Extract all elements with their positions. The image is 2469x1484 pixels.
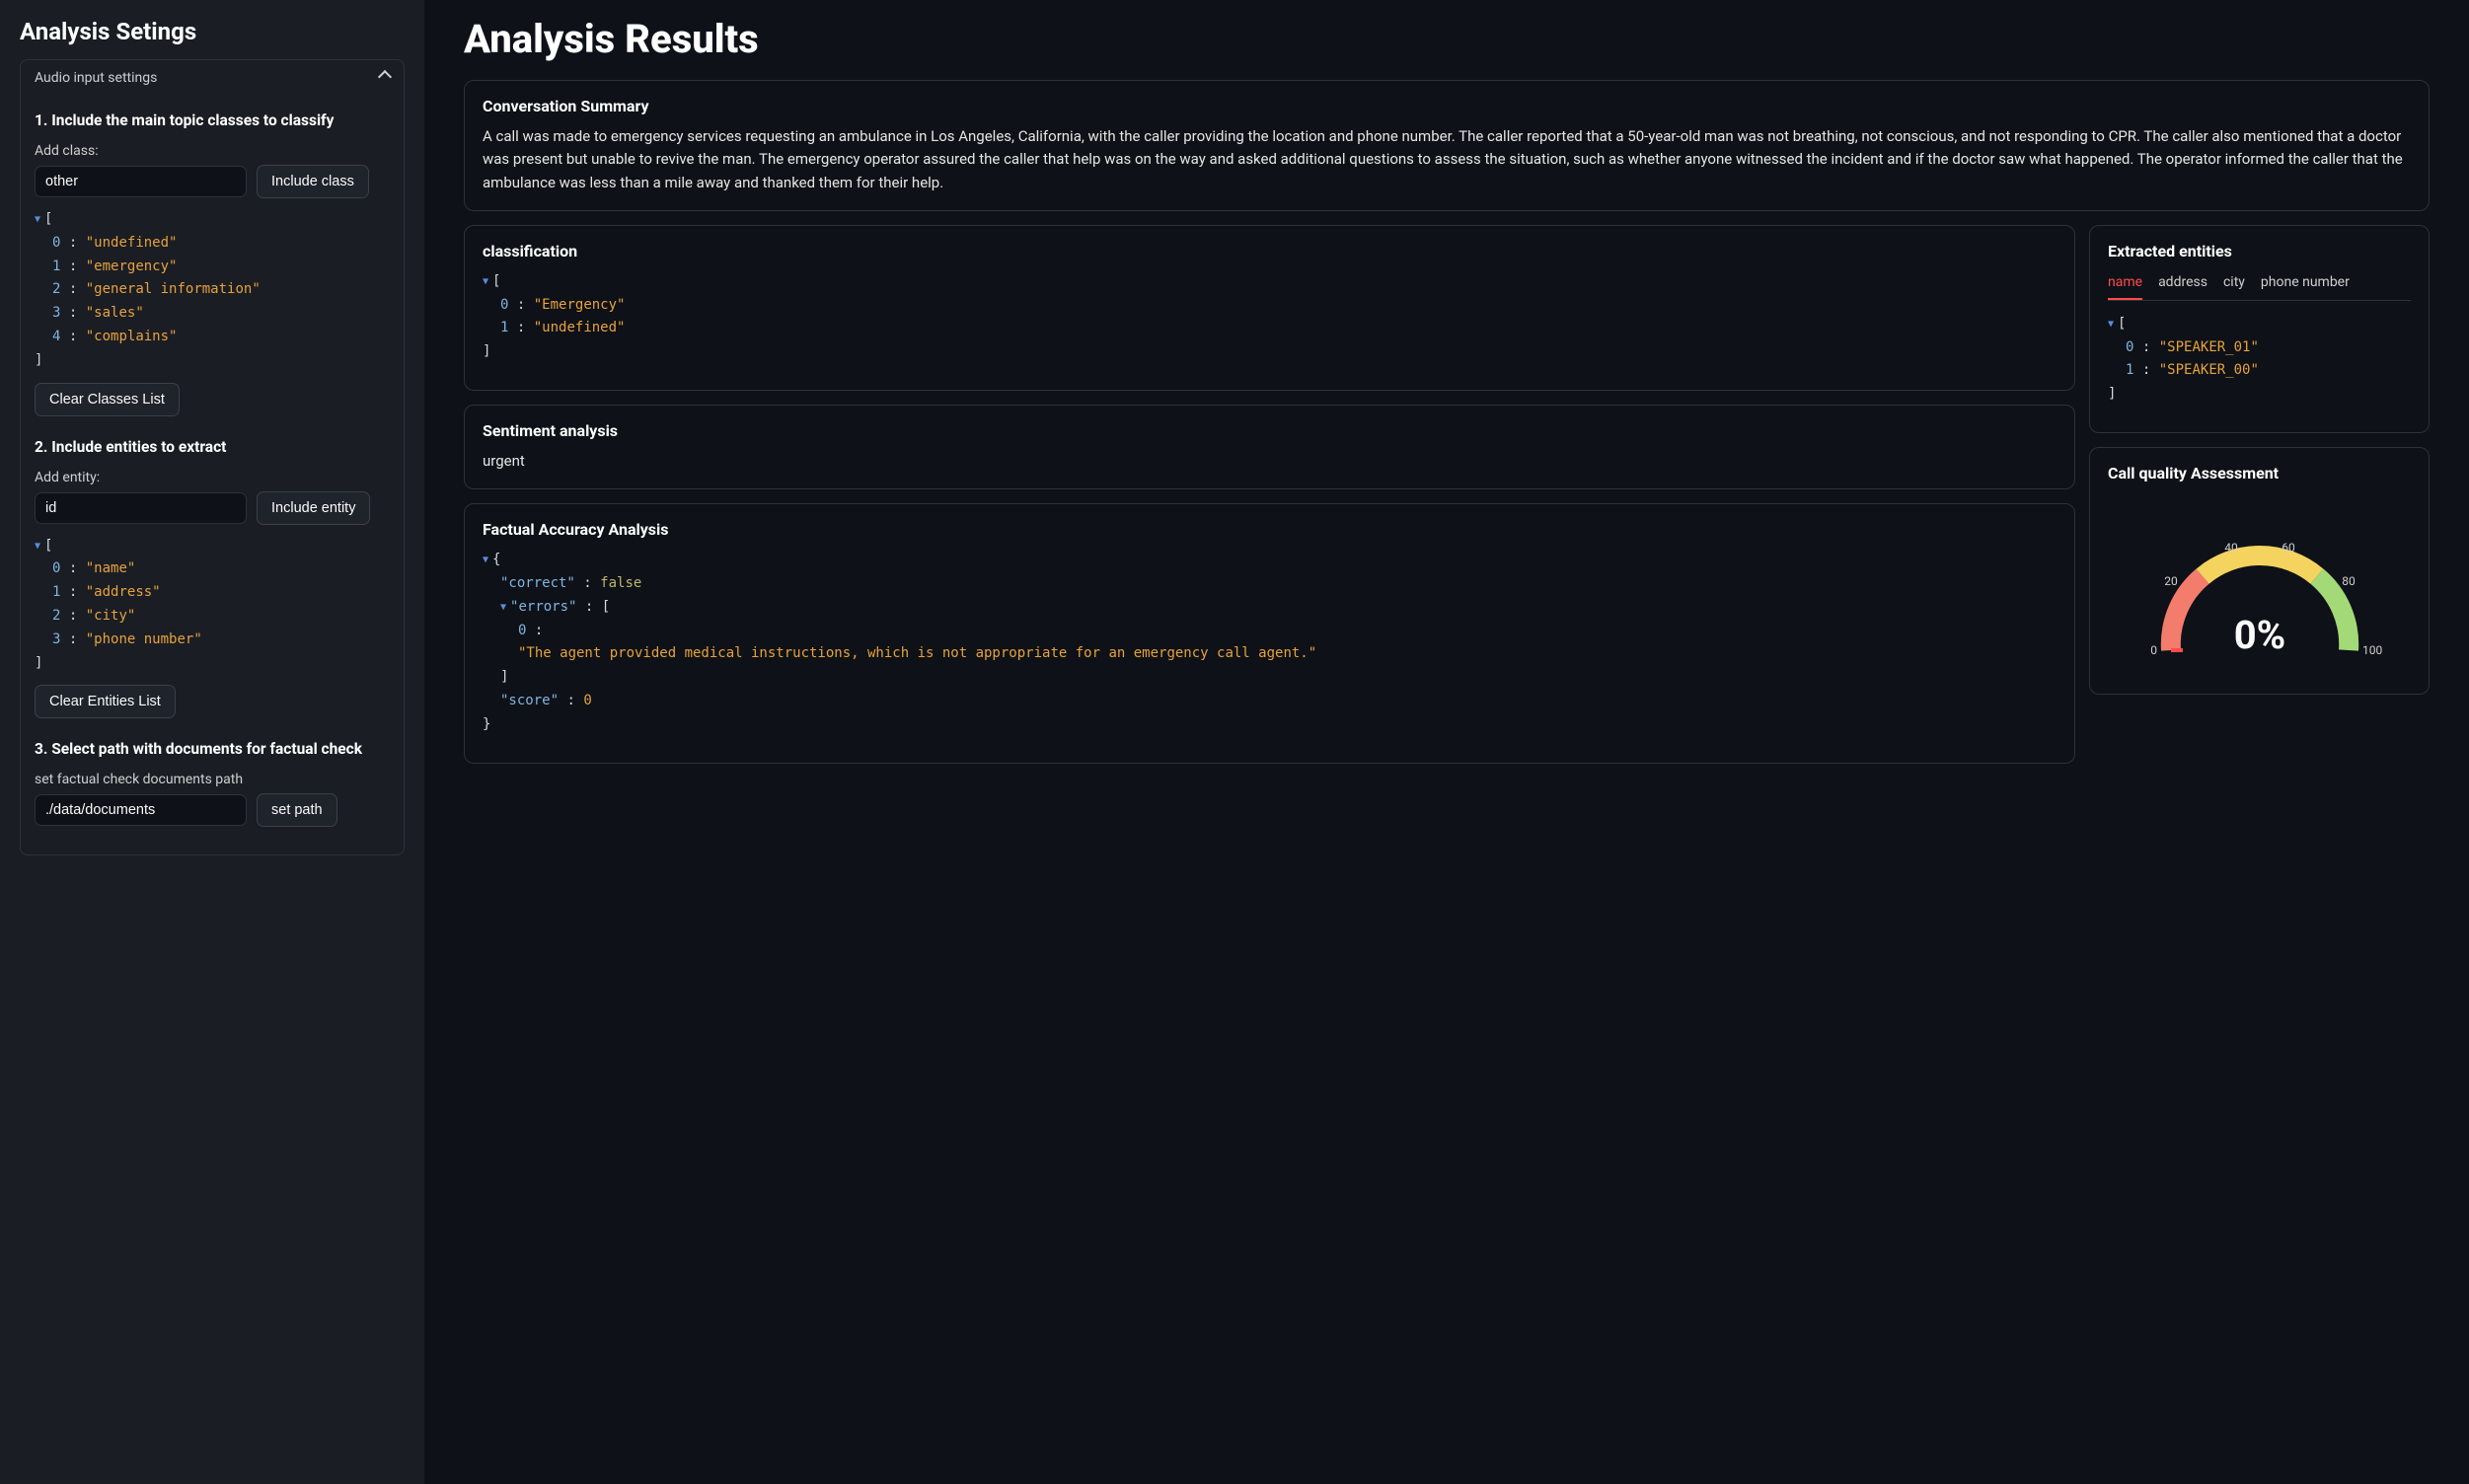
tab-address[interactable]: address <box>2158 270 2207 300</box>
set-path-button[interactable]: set path <box>257 793 337 827</box>
section1-title: 1. Include the main topic classes to cla… <box>35 111 390 129</box>
accordion-body: 1. Include the main topic classes to cla… <box>21 96 404 854</box>
factual-heading: Factual Accuracy Analysis <box>483 520 2057 539</box>
add-class-label: Add class: <box>35 143 390 159</box>
add-class-input[interactable] <box>35 166 247 197</box>
tab-city[interactable]: city <box>2223 270 2245 300</box>
entities-result-json[interactable]: ▼[0 : "SPEAKER_01"1 : "SPEAKER_00"] <box>2108 313 2411 407</box>
sentiment-card: Sentiment analysis urgent <box>464 405 2075 489</box>
tick-20: 20 <box>2164 574 2178 588</box>
add-entity-label: Add entity: <box>35 470 390 485</box>
sentiment-value: urgent <box>483 450 2057 473</box>
docs-path-input[interactable] <box>35 794 247 826</box>
gauge-value: 0% <box>2233 612 2285 658</box>
entities-card: Extracted entities name address city phone … <box>2089 225 2430 433</box>
tick-80: 80 <box>2342 574 2356 588</box>
clear-entities-button[interactable]: Clear Entities List <box>35 685 176 718</box>
tab-phone-number[interactable]: phone number <box>2261 270 2350 300</box>
classification-json[interactable]: ▼[0 : "Emergency"1 : "undefined"] <box>483 270 2057 364</box>
summary-text: A call was made to emergency services re… <box>483 125 2411 194</box>
tick-40: 40 <box>2224 541 2238 555</box>
section2-title: 2. Include entities to extract <box>35 438 390 456</box>
classes-json[interactable]: ▼[0 : "undefined"1 : "emergency"2 : "gen… <box>35 208 390 373</box>
gauge-wrap: 0% 0 20 40 60 80 100 <box>2108 492 2411 678</box>
tick-60: 60 <box>2282 541 2295 555</box>
section3-title: 3. Select path with documents for factua… <box>35 740 390 758</box>
results-title: Analysis Results <box>464 16 2430 62</box>
accordion-header[interactable]: Audio input settings <box>21 60 404 96</box>
factual-json[interactable]: ▼{"correct" : false▼"errors" : [0 :"The … <box>483 549 2057 736</box>
results-main: Analysis Results Conversation Summary A … <box>424 0 2469 1484</box>
entities-heading: Extracted entities <box>2108 242 2411 260</box>
tick-100: 100 <box>2362 643 2382 657</box>
classification-heading: classification <box>483 242 2057 260</box>
chevron-up-icon <box>380 70 390 86</box>
tab-name[interactable]: name <box>2108 270 2142 300</box>
factual-card: Factual Accuracy Analysis ▼{"correct" : … <box>464 503 2075 763</box>
quality-card: Call quality Assessment 0% 0 20 40 60 80… <box>2089 447 2430 695</box>
quality-heading: Call quality Assessment <box>2108 464 2411 482</box>
add-entity-input[interactable] <box>35 492 247 524</box>
entity-tabs: name address city phone number <box>2108 270 2411 301</box>
tick-0: 0 <box>2150 643 2157 657</box>
sidebar-title: Analysis Setings <box>20 18 405 45</box>
include-entity-button[interactable]: Include entity <box>257 491 370 525</box>
clear-classes-button[interactable]: Clear Classes List <box>35 383 180 416</box>
summary-heading: Conversation Summary <box>483 97 2411 115</box>
gauge-seg-yellow <box>2203 556 2317 576</box>
entities-json[interactable]: ▼[0 : "name"1 : "address"2 : "city"3 : "… <box>35 535 390 676</box>
include-class-button[interactable]: Include class <box>257 165 369 198</box>
gauge-chart: 0% 0 20 40 60 80 100 <box>2132 522 2388 670</box>
settings-sidebar: Analysis Setings Audio input settings 1.… <box>0 0 424 1484</box>
docs-path-label: set factual check documents path <box>35 772 390 787</box>
gauge-needle <box>2171 648 2183 652</box>
audio-input-accordion: Audio input settings 1. Include the main… <box>20 59 405 855</box>
classification-card: classification ▼[0 : "Emergency"1 : "und… <box>464 225 2075 391</box>
summary-card: Conversation Summary A call was made to … <box>464 80 2430 211</box>
accordion-label: Audio input settings <box>35 70 157 86</box>
sentiment-heading: Sentiment analysis <box>483 421 2057 440</box>
